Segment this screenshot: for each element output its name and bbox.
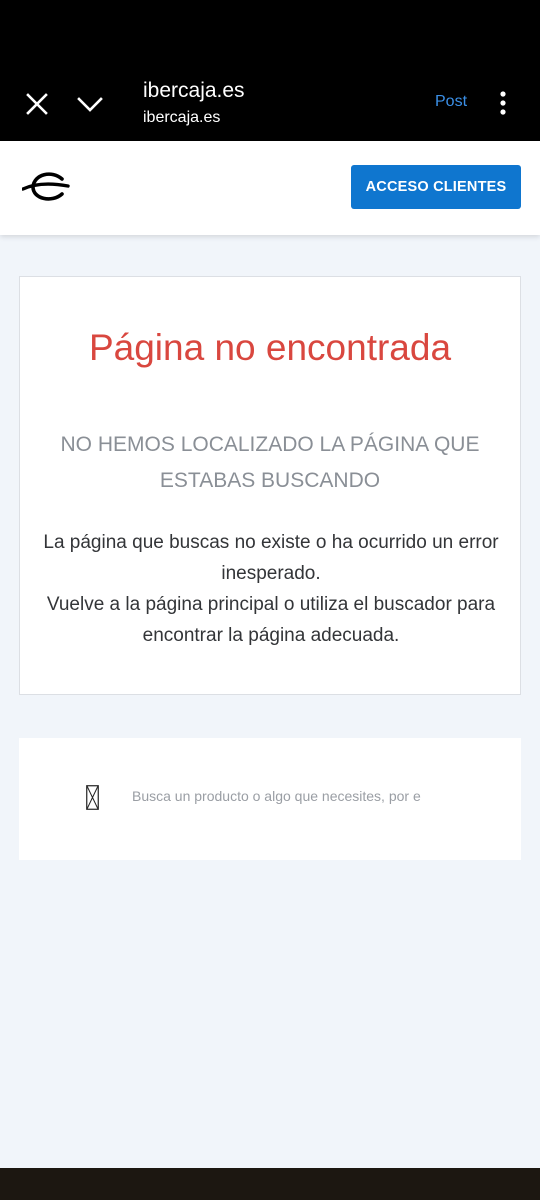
browser-url: ibercaja.es	[143, 109, 221, 126]
search-icon[interactable]	[86, 785, 99, 810]
error-message-line: La página que buscas no existe o ha ocur…	[43, 532, 499, 584]
search-box	[19, 738, 521, 860]
ibercaja-logo[interactable]	[22, 171, 70, 203]
browser-toolbar: ibercaja.es ibercaja.es Post	[0, 0, 540, 141]
access-clients-button[interactable]: ACCESO CLIENTES	[351, 165, 521, 209]
site-header: ACCESO CLIENTES	[0, 141, 540, 235]
bottom-system-bar	[0, 1168, 540, 1200]
post-button[interactable]: Post	[435, 92, 467, 112]
more-vertical-icon[interactable]	[494, 90, 512, 116]
error-subtitle: NO HEMOS LOCALIZADO LA PÁGINA QUE ESTABA…	[60, 433, 480, 492]
chevron-down-icon[interactable]	[76, 92, 104, 116]
page-title: Página no encontrada	[88, 327, 452, 368]
close-icon[interactable]	[25, 92, 49, 116]
search-input[interactable]	[132, 783, 474, 809]
error-card: Página no encontrada NO HEMOS LOCALIZADO…	[19, 276, 521, 695]
error-message-line: Vuelve a la página principal o utiliza e…	[46, 594, 496, 646]
browser-title: ibercaja.es	[143, 79, 245, 102]
error-message: La página que buscas no existe o ha ocur…	[32, 527, 510, 651]
